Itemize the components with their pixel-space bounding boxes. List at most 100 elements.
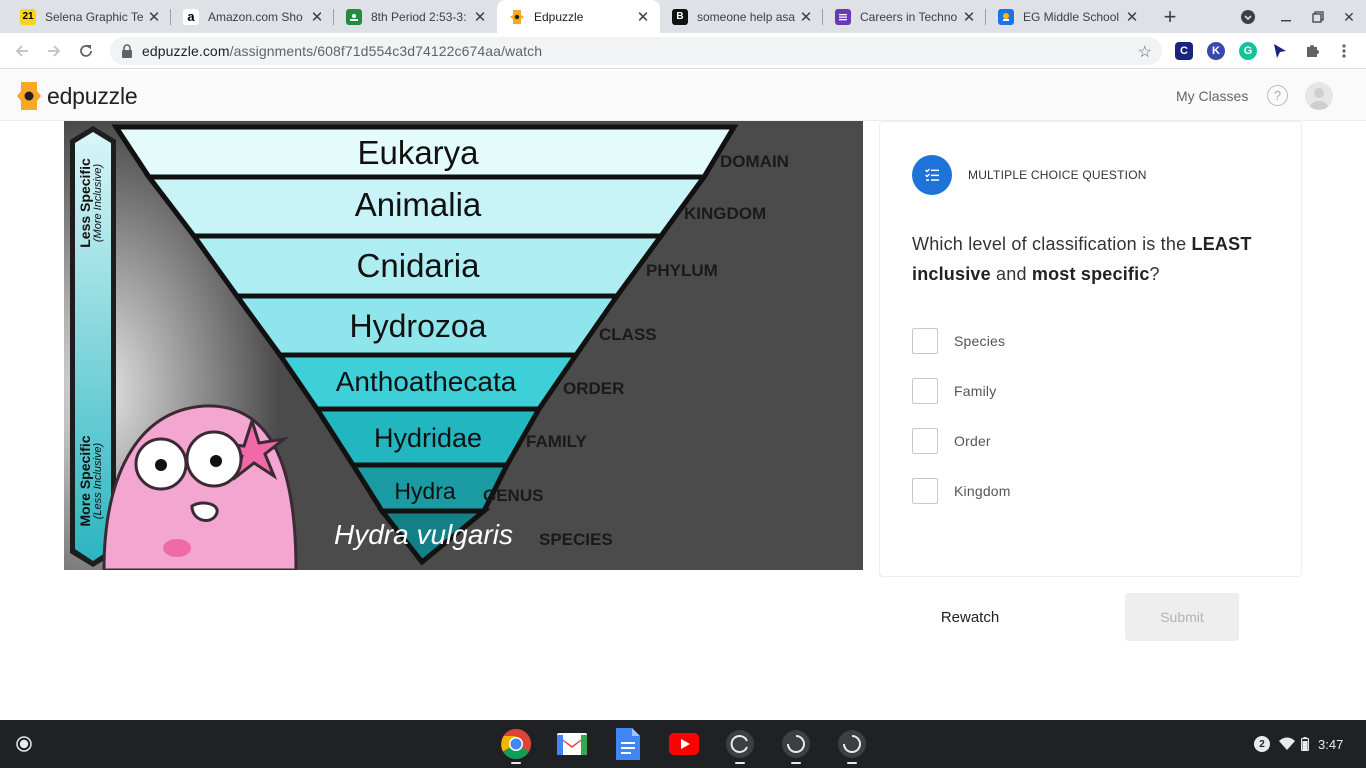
option-checkbox[interactable] — [912, 378, 938, 404]
gmail-app-icon[interactable] — [556, 728, 588, 760]
reload-icon[interactable] — [74, 39, 98, 63]
grammarly-icon[interactable]: G — [1239, 42, 1257, 60]
side-label-top: Less Specific (More Inclusive) — [69, 143, 113, 263]
brainly-icon: B — [672, 8, 688, 25]
tab-careers[interactable]: Careers in Techno ✕ — [823, 0, 986, 33]
app-loading-icon[interactable] — [724, 728, 756, 764]
app-loading-icon[interactable] — [780, 728, 812, 764]
close-window-icon[interactable]: ✕ — [1338, 6, 1360, 28]
rank-species: SPECIES — [539, 530, 613, 549]
forward-icon[interactable] — [42, 39, 66, 63]
level-animalia: Animalia — [354, 186, 482, 223]
tab-strip: 21 Selena Graphic Te ✕ a Amazon.com Sho … — [0, 0, 1366, 33]
rank-genus: GENUS — [483, 486, 544, 505]
option-checkbox[interactable] — [912, 328, 938, 354]
tab-8th-period[interactable]: 8th Period 2:53-3: ✕ — [334, 0, 497, 33]
docs-app-icon[interactable] — [612, 728, 644, 760]
url-text: edpuzzle.com/assignments/608f71d554c3d74… — [142, 43, 542, 59]
close-icon[interactable]: ✕ — [306, 6, 328, 28]
tab-title: Careers in Techno — [860, 9, 958, 24]
lock-icon[interactable] — [120, 44, 134, 58]
bookmark-star-icon[interactable]: ☆ — [1138, 42, 1152, 62]
close-icon[interactable]: ✕ — [795, 6, 817, 28]
chrome-menu-icon[interactable] — [1335, 42, 1353, 60]
rank-phylum: PHYLUM — [646, 261, 718, 280]
status-tray[interactable]: 2 3:47 — [1244, 728, 1356, 760]
battery-icon — [1301, 737, 1309, 751]
video-player[interactable]: Less Specific (More Inclusive) More Spec… — [64, 121, 863, 570]
tab-eg-middle-school[interactable]: EG Middle School ✕ — [986, 0, 1149, 33]
url-path: /assignments/608f71d554c3d74122c674aa/wa… — [229, 43, 543, 59]
classroom-icon — [346, 8, 362, 25]
launcher-icon[interactable] — [12, 732, 36, 756]
help-icon[interactable]: ? — [1267, 85, 1288, 106]
tab-title: Selena Graphic Te — [45, 9, 143, 24]
browser-toolbar: edpuzzle.com/assignments/608f71d554c3d74… — [0, 33, 1366, 69]
question-text-part: ? — [1149, 264, 1160, 284]
close-icon[interactable]: ✕ — [469, 6, 491, 28]
notification-count-badge[interactable]: 2 — [1254, 736, 1270, 752]
tab-someone-help[interactable]: B someone help asa ✕ — [660, 0, 823, 33]
close-icon[interactable]: ✕ — [1121, 6, 1143, 28]
question-text-part: Which level of classification is the — [912, 234, 1192, 254]
rank-family: FAMILY — [526, 432, 587, 451]
extensions-puzzle-icon[interactable] — [1303, 42, 1321, 60]
extension-k-icon[interactable]: K — [1207, 42, 1225, 60]
tab-amazon[interactable]: a Amazon.com Sho ✕ — [171, 0, 334, 33]
school-icon — [998, 8, 1014, 25]
close-icon[interactable]: ✕ — [958, 6, 980, 28]
option-order[interactable]: Order — [912, 428, 991, 454]
option-family[interactable]: Family — [912, 378, 996, 404]
question-card: MULTIPLE CHOICE QUESTION Which level of … — [879, 121, 1302, 577]
side-label-top-text: Less Specific — [77, 158, 93, 248]
minimize-icon[interactable] — [1275, 6, 1297, 28]
question-text: Which level of classification is the LEA… — [912, 229, 1272, 289]
close-icon[interactable]: ✕ — [632, 6, 654, 28]
option-label[interactable]: Family — [954, 383, 996, 399]
app-loading-icon[interactable] — [836, 728, 868, 764]
side-label-bottom: More Specific (Less Inclusive) — [69, 411, 113, 551]
edpuzzle-logo[interactable]: edpuzzle — [16, 81, 138, 111]
option-species[interactable]: Species — [912, 328, 1005, 354]
tab-edpuzzle[interactable]: Edpuzzle ✕ — [497, 0, 660, 33]
wifi-icon — [1279, 737, 1295, 750]
chromeos-shelf: 2 3:47 — [0, 720, 1366, 768]
option-label[interactable]: Order — [954, 433, 991, 449]
avatar[interactable] — [1305, 82, 1333, 110]
amazon-icon: a — [183, 8, 199, 25]
question-type-label: MULTIPLE CHOICE QUESTION — [968, 168, 1147, 182]
tab-title: Amazon.com Sho — [208, 9, 303, 24]
level-eukarya: Eukarya — [357, 134, 479, 171]
tab-selena-graphic[interactable]: 21 Selena Graphic Te ✕ — [8, 0, 171, 33]
option-checkbox[interactable] — [912, 428, 938, 454]
my-classes-link[interactable]: My Classes — [1176, 88, 1248, 104]
tab-search-button[interactable] — [1237, 6, 1259, 28]
address-bar[interactable]: edpuzzle.com/assignments/608f71d554c3d74… — [110, 37, 1162, 65]
rank-order: ORDER — [563, 379, 625, 398]
logo-text: edpuzzle — [47, 82, 138, 109]
level-anthoathecata: Anthoathecata — [335, 366, 517, 397]
chrome-app-icon[interactable] — [500, 728, 532, 764]
option-checkbox[interactable] — [912, 478, 938, 504]
option-label[interactable]: Species — [954, 333, 1005, 349]
back-icon[interactable] — [10, 39, 34, 63]
level-hydrozoa: Hydrozoa — [349, 308, 487, 344]
close-icon[interactable]: ✕ — [143, 6, 165, 28]
level-hydra-vulgaris: Hydra vulgaris — [334, 519, 513, 550]
rank-class: CLASS — [599, 325, 657, 344]
youtube-app-icon[interactable] — [668, 728, 700, 760]
rewatch-button[interactable]: Rewatch — [926, 595, 1014, 639]
option-label[interactable]: Kingdom — [954, 483, 1011, 499]
clock-text: 3:47 — [1318, 736, 1344, 752]
tab-title: Edpuzzle — [534, 9, 584, 24]
restore-icon[interactable] — [1307, 6, 1329, 28]
submit-button[interactable]: Submit — [1125, 593, 1239, 641]
side-label-top-sub: (More Inclusive) — [92, 163, 104, 243]
side-label-bottom-text: More Specific — [77, 435, 93, 527]
tab-title: 8th Period 2:53-3: — [371, 9, 467, 24]
extension-c-icon[interactable]: C — [1175, 42, 1193, 60]
level-cnidaria: Cnidaria — [356, 247, 480, 284]
cursor-extension-icon[interactable] — [1271, 42, 1289, 60]
new-tab-button[interactable]: + — [1158, 4, 1182, 29]
option-kingdom[interactable]: Kingdom — [912, 478, 1011, 504]
